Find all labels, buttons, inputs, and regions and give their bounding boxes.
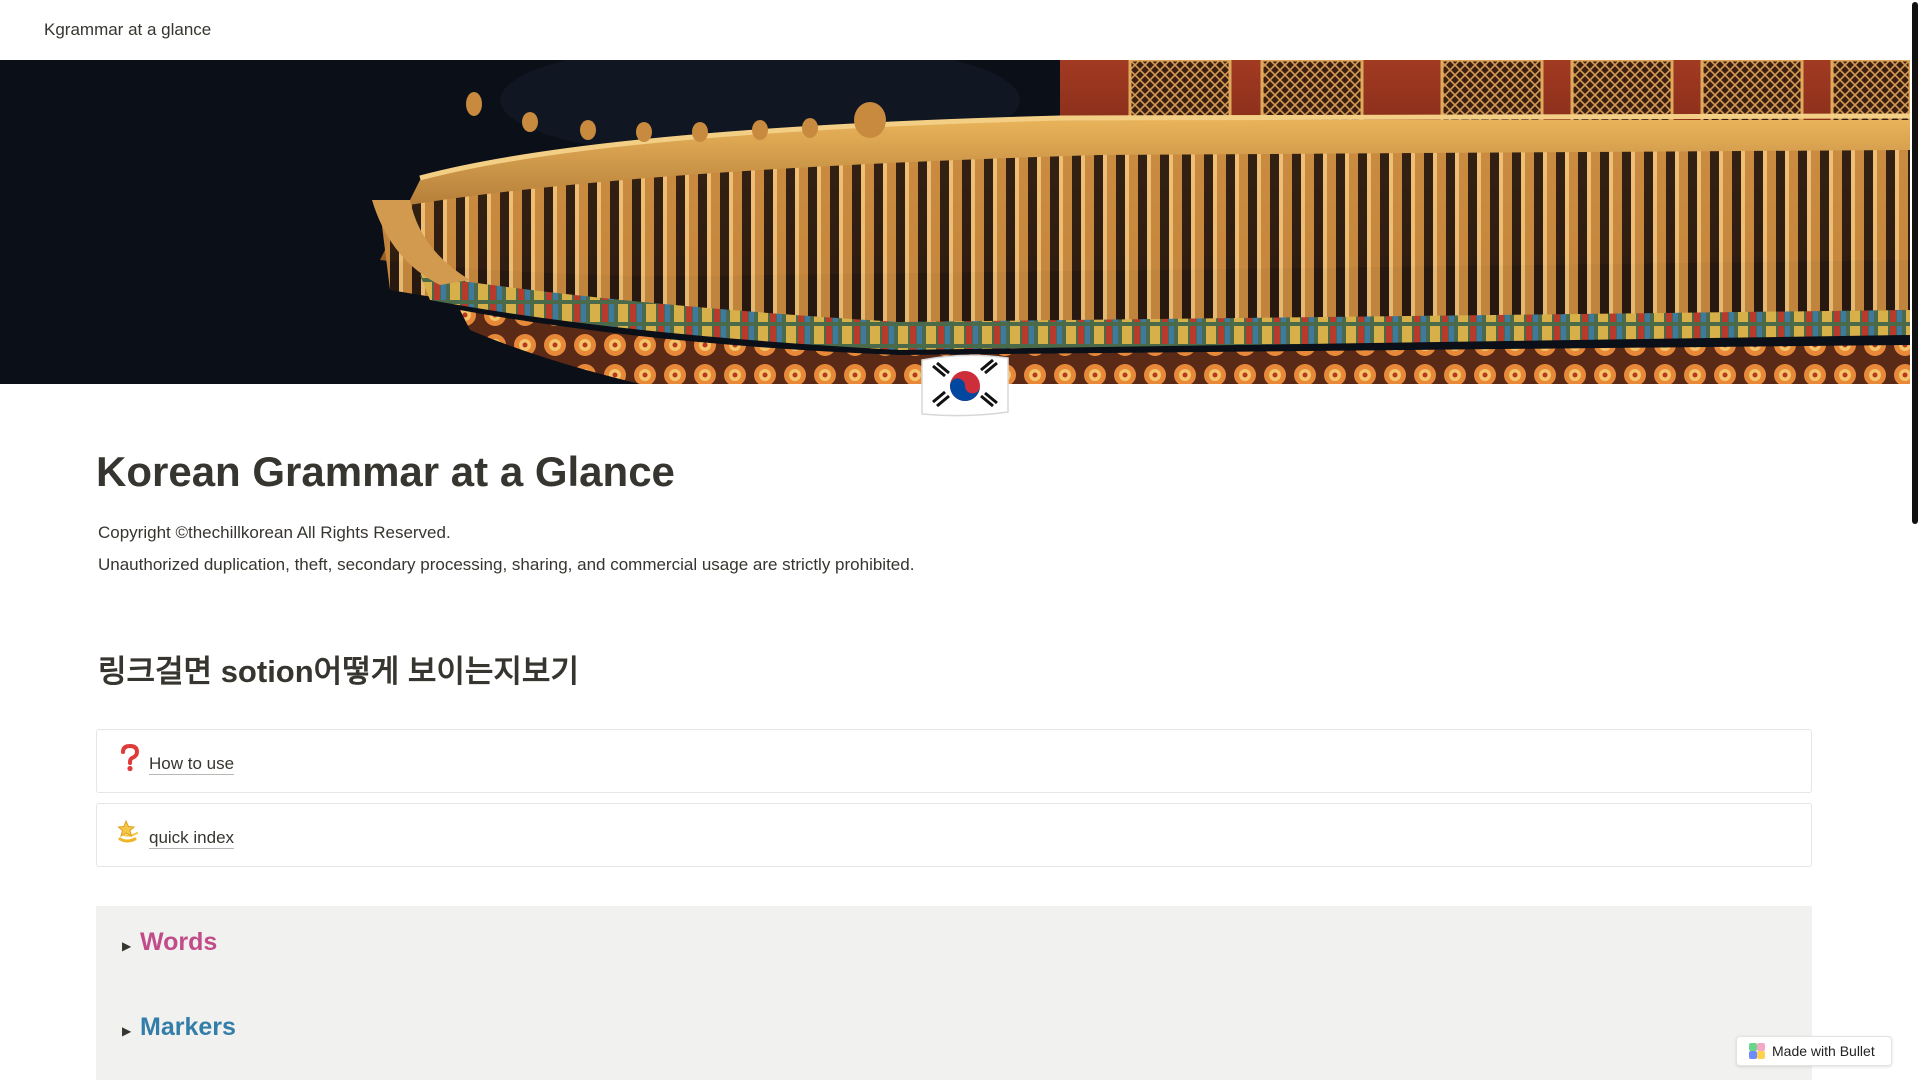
question-mark-icon [117, 744, 143, 772]
page-title: Korean Grammar at a Glance [96, 448, 675, 495]
site-title-link[interactable]: Kgrammar at a glance [44, 20, 211, 40]
caret-right-icon[interactable]: ▶ [122, 1024, 138, 1038]
section-heading: 링크걸면 sotion어떻게 보이는지보기 [98, 654, 579, 689]
caret-right-icon[interactable]: ▶ [122, 939, 138, 953]
top-navbar: Kgrammar at a glance [0, 0, 1910, 60]
toggle-label-words[interactable]: Words [140, 928, 217, 957]
copyright-text: Copyright ©thechillkorean All Rights Res… [98, 523, 451, 542]
toggle-words[interactable]: ▶ Words [122, 928, 217, 957]
cover-image [0, 60, 1910, 384]
badge-text: Made with Bullet [1772, 1043, 1875, 1059]
made-with-bullet-badge[interactable]: Made with Bullet [1736, 1036, 1892, 1066]
toggle-callout: ▶ Words ▶ Markers [96, 906, 1812, 1080]
toggle-markers[interactable]: ▶ Markers [122, 1013, 236, 1042]
scrollbar-thumb[interactable] [1912, 2, 1918, 524]
korea-flag-icon [918, 352, 1012, 418]
page-scrollbar[interactable] [1910, 0, 1920, 1080]
link-card-quick-index[interactable]: quick index [96, 803, 1812, 867]
notice-text: Unauthorized duplication, theft, seconda… [98, 555, 915, 574]
link-card-label[interactable]: How to use [149, 754, 235, 775]
dizzy-star-icon [117, 819, 143, 845]
toggle-label-markers[interactable]: Markers [140, 1013, 236, 1042]
page-root: Kgrammar at a glance Korean Grammar at a… [0, 0, 1920, 1080]
bullet-logo-icon [1749, 1043, 1765, 1059]
link-card-label[interactable]: quick index [149, 828, 235, 849]
link-card-how-to-use[interactable]: How to use [96, 729, 1812, 793]
